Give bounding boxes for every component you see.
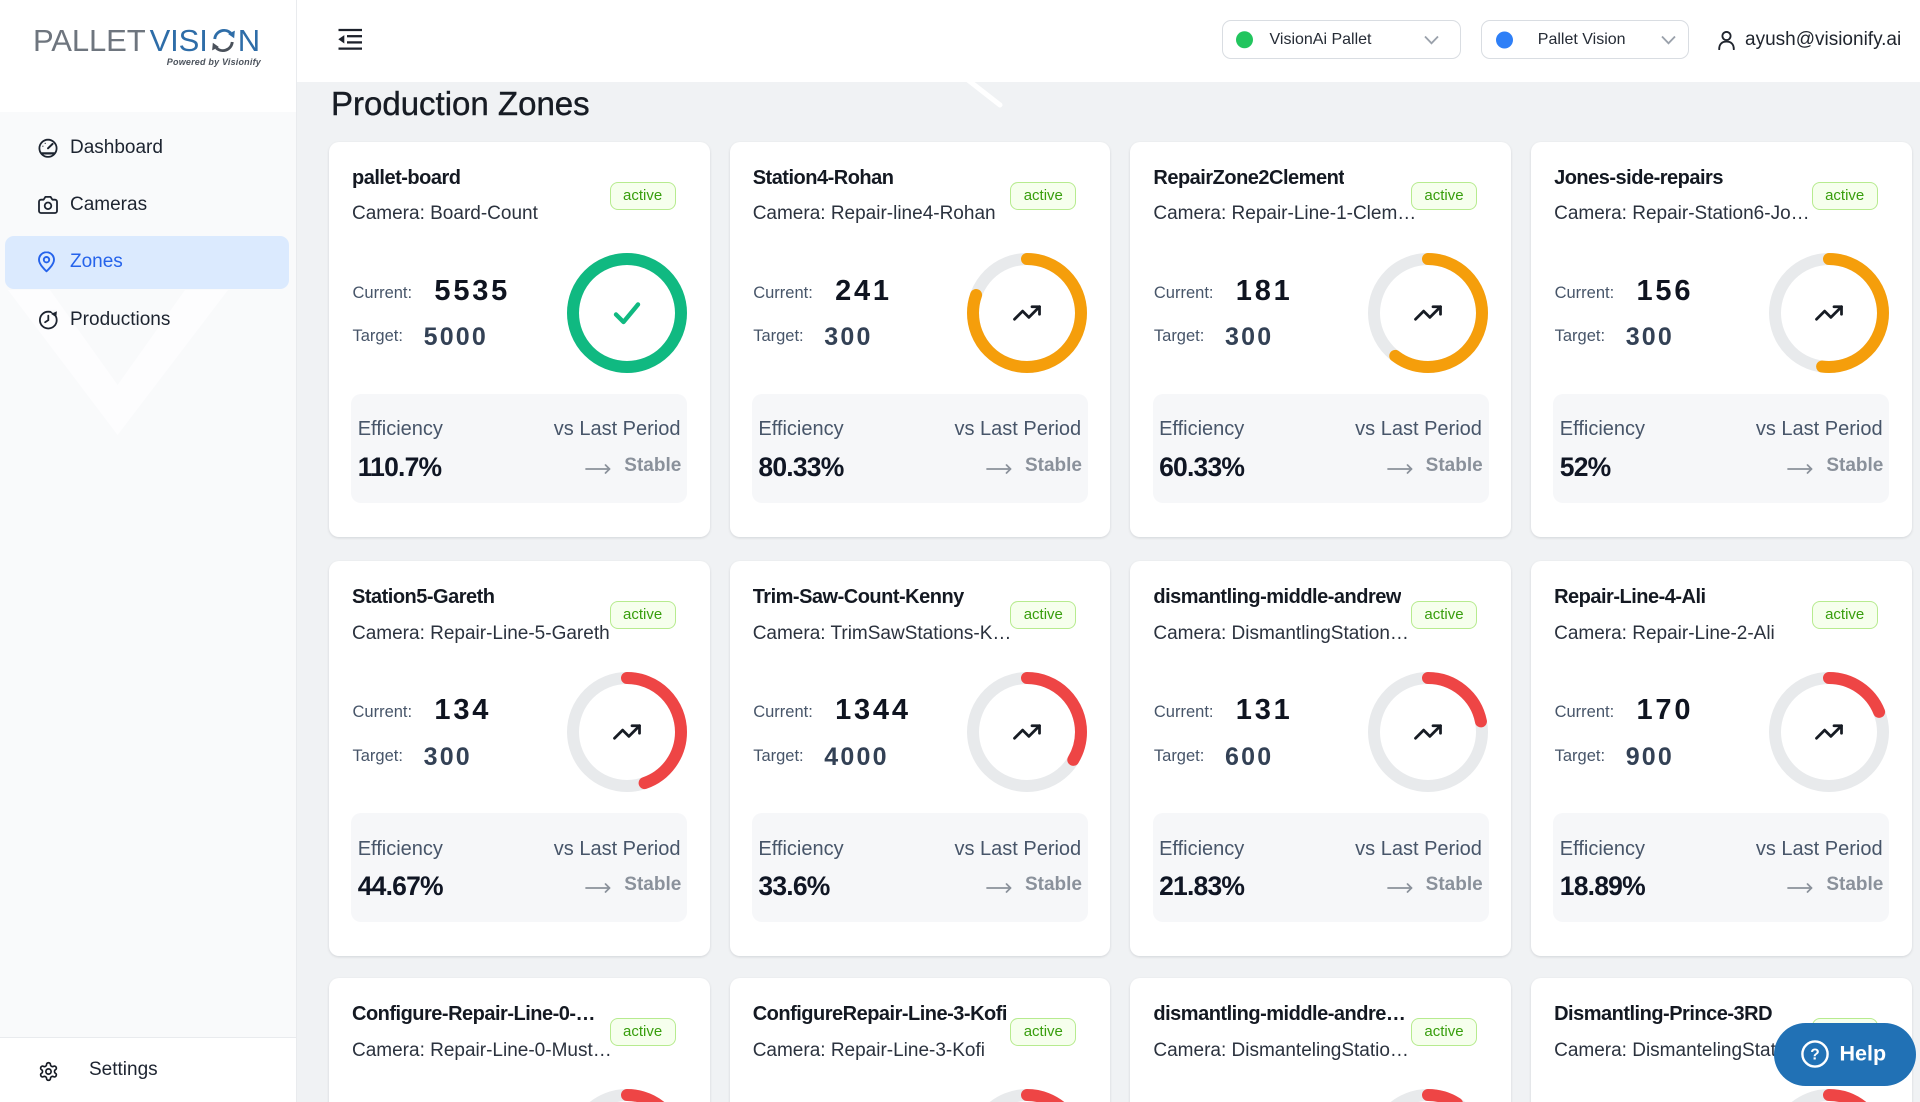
svg-text:?: ? [1810, 1047, 1819, 1064]
